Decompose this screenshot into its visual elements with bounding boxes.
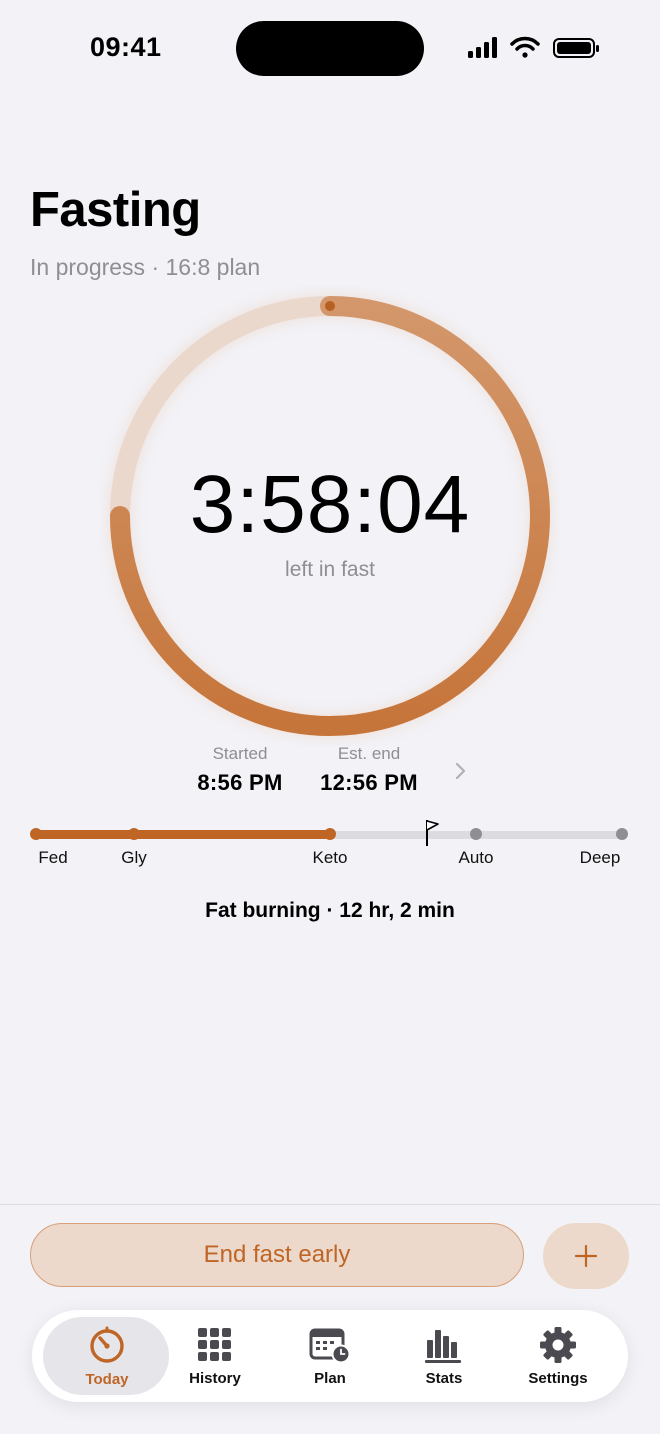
stage-status: Fat burning · 12 hr, 2 min	[205, 899, 455, 922]
ring-start-marker	[325, 301, 335, 311]
stage-dot-deep	[616, 828, 628, 840]
stage-dot-keto	[324, 828, 336, 840]
calendar-clock-icon	[309, 1328, 351, 1363]
stage-dot-fed	[30, 828, 42, 840]
flag-icon	[426, 820, 439, 846]
page-subtitle: In progress · 16:8 plan	[30, 254, 261, 280]
chevron-right-icon[interactable]	[450, 758, 472, 784]
end-value: 12:56 PM	[320, 770, 418, 795]
add-button[interactable]	[543, 1223, 629, 1289]
page-title: Fasting	[30, 183, 201, 237]
tab-bar: Today History Plan Stats Settings	[32, 1310, 628, 1402]
plus-icon	[574, 1244, 598, 1268]
tab-label-stats: Stats	[425, 1369, 463, 1387]
status-time: 09:41	[90, 32, 162, 62]
bottom-divider	[0, 1204, 660, 1205]
tab-stats[interactable]: Stats	[384, 1310, 504, 1402]
stage-dot-auto	[470, 828, 482, 840]
tab-label-today: Today	[85, 1370, 129, 1388]
end-label: Est. end	[337, 744, 401, 763]
timer-icon	[90, 1326, 124, 1363]
tab-label-history: History	[189, 1369, 241, 1387]
stage-label-fed: Fed	[38, 848, 68, 867]
battery-icon	[553, 38, 599, 58]
stage-progress-fill	[36, 830, 330, 839]
bar-chart-icon	[425, 1329, 461, 1363]
countdown-timer: 3:58:04	[189, 459, 471, 550]
grid-icon	[198, 1327, 231, 1361]
countdown-label: left in fast	[285, 558, 375, 581]
tab-label-settings: Settings	[528, 1369, 588, 1387]
stage-dot-gly	[128, 828, 140, 840]
tab-plan[interactable]: Plan	[270, 1310, 390, 1402]
tab-history[interactable]: History	[155, 1310, 275, 1402]
dynamic-island	[236, 21, 424, 76]
stage-label-keto: Keto	[312, 848, 348, 867]
cellular-signal-icon	[468, 37, 497, 58]
stage-label-deep: Deep	[579, 848, 621, 867]
stage-label-gly: Gly	[121, 848, 147, 867]
tab-settings[interactable]: Settings	[498, 1310, 618, 1402]
stage-label-auto: Auto	[458, 848, 494, 867]
estimated-end-time[interactable]: Est. end 12:56 PM	[279, 744, 459, 796]
end-fast-early-button[interactable]: End fast early	[30, 1223, 524, 1287]
status-icons	[468, 36, 599, 58]
gear-icon	[540, 1326, 576, 1363]
tab-label-plan: Plan	[314, 1369, 346, 1387]
wifi-icon	[510, 36, 540, 58]
